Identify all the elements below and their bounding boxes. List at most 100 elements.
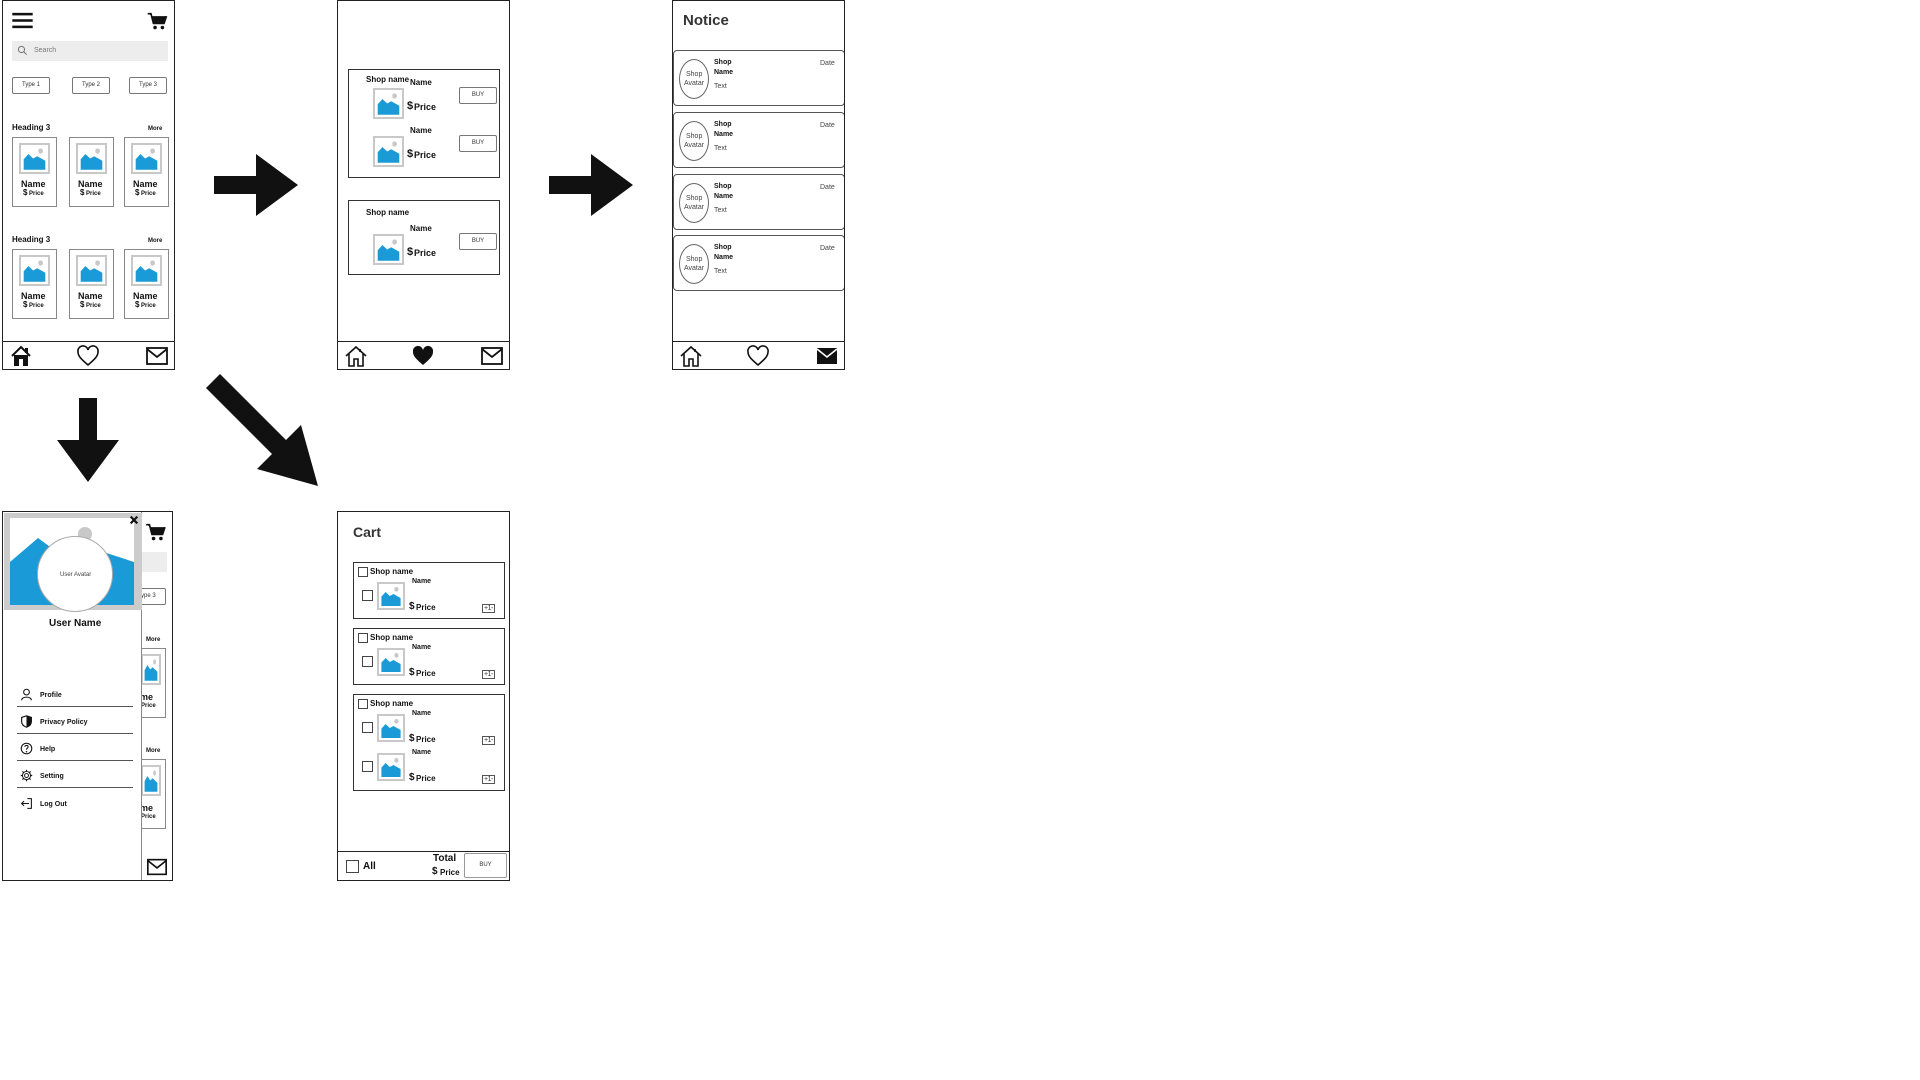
buy-button[interactable]: BUY (459, 87, 497, 104)
shop-group: Shop name Name $ Price BUY Name $ Price BUY (348, 69, 500, 178)
close-icon[interactable] (129, 515, 139, 525)
select-all-checkbox[interactable] (346, 860, 359, 873)
item-checkbox[interactable] (362, 722, 373, 733)
notice-card[interactable]: Shop Avatar Shop Name Text Date (673, 50, 844, 106)
mail-icon[interactable] (145, 344, 169, 368)
profile-icon (20, 688, 33, 701)
product-card[interactable]: Name $ Price (12, 137, 57, 207)
drawer-menu-item[interactable]: Privacy Policy (17, 715, 133, 734)
home-icon[interactable] (679, 344, 703, 368)
shop-name: Name (714, 193, 734, 200)
buy-button[interactable]: BUY (459, 233, 497, 250)
type-filter-button[interactable]: Type 3 (129, 77, 167, 94)
avatar-label: Avatar (684, 142, 705, 149)
currency-symbol: $ (407, 246, 414, 258)
heart-icon[interactable] (411, 344, 435, 368)
side-drawer: User Avatar User Name Profile Privacy Polic… (3, 512, 142, 880)
search-input[interactable]: Search (34, 47, 56, 54)
shop-name: Shop name (370, 633, 414, 642)
avatar[interactable]: User Avatar (37, 536, 113, 612)
avatar-label: Shop (686, 71, 703, 78)
cart-icon[interactable] (146, 523, 166, 541)
notice-date: Date (820, 60, 835, 67)
item-checkbox[interactable] (362, 590, 373, 601)
home-screen: Search Type 1 Type 2 Type 3 Heading 3 More Nam… (2, 0, 175, 370)
drawer-menu-item[interactable]: Setting (17, 769, 133, 788)
quantity-stepper[interactable]: +1- (482, 670, 495, 679)
buy-button[interactable]: BUY (459, 135, 497, 152)
cart-icon[interactable] (147, 12, 168, 30)
item-price: Price (414, 150, 437, 160)
product-card[interactable]: Name $ Price (69, 137, 114, 207)
shop-checkbox[interactable] (358, 567, 368, 577)
shop-group: Shop name Name $ Price +1- (353, 628, 505, 685)
item-name: Name (410, 78, 432, 87)
shop-group: Shop name Name $ Price +1- Name $ Price +1- (353, 694, 505, 791)
drawer-menu-item[interactable]: Log Out (17, 797, 133, 816)
select-all-label: All (363, 861, 376, 872)
drawer-menu-label: Privacy Policy (40, 719, 88, 726)
buy-button[interactable]: BUY (464, 853, 507, 878)
shop-name: Shop (714, 121, 732, 128)
shop-avatar: Shop Avatar (679, 183, 709, 223)
type-filter-button[interactable]: Type 1 (12, 77, 50, 94)
notice-text: Text (714, 207, 727, 214)
shop-name: Shop (714, 183, 732, 190)
bottom-nav-bar (673, 341, 844, 369)
currency-symbol: $ (135, 300, 140, 309)
currency-symbol: $ (407, 100, 414, 112)
mail-icon[interactable] (146, 856, 168, 878)
item-image-icon (377, 582, 405, 610)
menu-icon[interactable] (12, 12, 33, 29)
flow-arrow-right-icon (214, 154, 298, 216)
shop-name: Name (714, 69, 734, 76)
shop-avatar: Shop Avatar (679, 59, 709, 99)
currency-symbol: $ (409, 601, 415, 612)
heart-icon[interactable] (746, 344, 770, 368)
product-price: Price (141, 703, 156, 709)
currency-symbol: $ (407, 148, 414, 160)
home-icon[interactable] (344, 344, 368, 368)
flow-arrow-diagonal-icon (206, 374, 318, 486)
shop-avatar: Shop Avatar (679, 121, 709, 161)
more-link[interactable]: More (148, 126, 162, 132)
shop-checkbox[interactable] (358, 633, 368, 643)
section-heading: Heading 3 (12, 235, 51, 244)
mail-icon[interactable] (480, 344, 504, 368)
home-icon[interactable] (9, 344, 33, 368)
shop-checkbox[interactable] (358, 699, 368, 709)
item-checkbox[interactable] (362, 761, 373, 772)
product-card[interactable]: Name $ Price (124, 137, 169, 207)
product-price: Price (86, 191, 101, 197)
type-filter-button[interactable]: Type 2 (72, 77, 110, 94)
product-card[interactable]: Name $ Price (124, 249, 169, 319)
notice-text: Text (714, 145, 727, 152)
notice-card[interactable]: Shop Avatar Shop Name Text Date (673, 112, 844, 168)
avatar-label: Shop (686, 256, 703, 263)
image-placeholder-icon (19, 255, 50, 286)
quantity-stepper[interactable]: +1- (482, 604, 495, 613)
item-checkbox[interactable] (362, 656, 373, 667)
image-placeholder-icon (76, 143, 107, 174)
notice-screen: Notice Shop Avatar Shop Name Text Date Shop Avat… (672, 0, 845, 370)
notice-card[interactable]: Shop Avatar Shop Name Text Date (673, 235, 844, 291)
product-card[interactable]: Name $ Price (69, 249, 114, 319)
quantity-stepper[interactable]: +1- (482, 736, 495, 745)
shop-name: Shop name (370, 567, 414, 576)
product-price: Price (29, 303, 44, 309)
more-link: More (146, 637, 161, 643)
mail-icon[interactable] (815, 344, 839, 368)
drawer-menu-label: Help (40, 746, 56, 753)
drawer-menu-item[interactable]: Profile (17, 688, 133, 707)
more-link[interactable]: More (148, 238, 162, 244)
page-title: Notice (683, 12, 729, 29)
search-bar[interactable]: Search (12, 41, 168, 61)
notice-text: Text (714, 83, 727, 90)
heart-icon[interactable] (76, 344, 100, 368)
drawer-menu-label: Profile (40, 692, 62, 699)
product-card[interactable]: Name $ Price (12, 249, 57, 319)
quantity-stepper[interactable]: +1- (482, 775, 495, 784)
more-link: More (146, 748, 161, 754)
notice-card[interactable]: Shop Avatar Shop Name Text Date (673, 174, 844, 230)
drawer-menu-item[interactable]: Help (17, 742, 133, 761)
